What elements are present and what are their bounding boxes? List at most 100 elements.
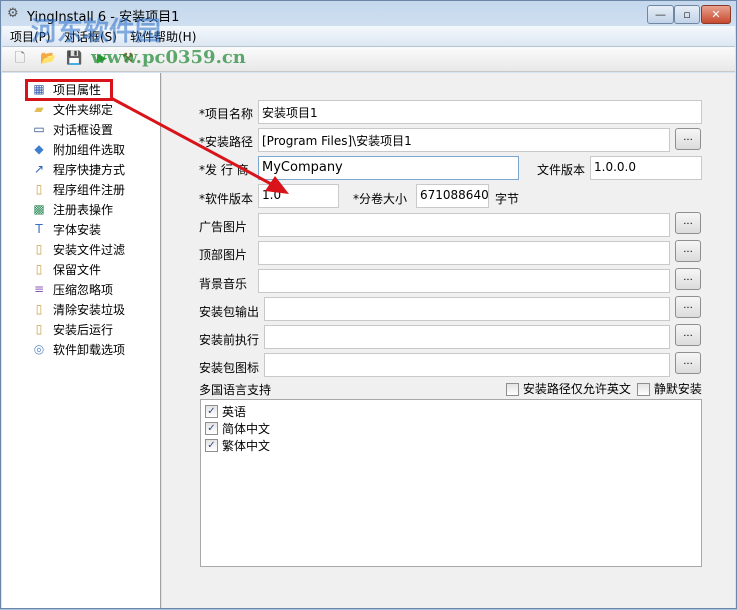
publisher-label: *发 行 商: [199, 163, 249, 177]
sidebar-tree: ▦ 项目属性 ▰ 文件夹绑定 ▭ 对话框设置 ◆ 附加组件选取 ↗ 程序快捷方式 ▯ 程序组件注册 ▩ 注…: [2, 73, 161, 608]
silent-install-text: 静默安装: [653, 382, 702, 396]
component-icon: ▯: [35, 322, 43, 336]
language-checkbox[interactable]: ✓: [205, 439, 218, 452]
language-label: 繁体中文: [222, 439, 271, 453]
language-checkbox[interactable]: ✓: [205, 405, 218, 418]
language-item[interactable]: ✓ 繁体中文: [205, 437, 270, 454]
sidebar-item-label: 安装文件过滤: [53, 242, 126, 257]
publisher-input[interactable]: MyCompany: [258, 156, 519, 180]
sidebar-item[interactable]: ↗ 程序快捷方式: [31, 159, 125, 179]
sidebar-item-label: 程序快捷方式: [53, 162, 126, 177]
project-name-label: *项目名称: [199, 107, 254, 121]
close-button[interactable]: ✕: [701, 5, 731, 24]
pre-exec-input[interactable]: [264, 325, 670, 349]
sidebar-item-label: 程序组件注册: [53, 182, 126, 197]
sidebar-item[interactable]: ≡ 压缩忽略项: [31, 279, 113, 299]
bg-music-browse-button[interactable]: ...: [675, 268, 701, 290]
menu-dialog[interactable]: 对话框(S): [64, 28, 117, 45]
sidebar-item[interactable]: ▭ 对话框设置: [31, 119, 113, 139]
sidebar-item-label: 附加组件选取: [53, 142, 126, 157]
app-icon: ⚙: [7, 6, 19, 21]
sidebar-item-label: 保留文件: [53, 262, 102, 277]
language-item[interactable]: ✓ 简体中文: [205, 420, 270, 437]
archive-icon: ≡: [33, 282, 45, 296]
output-browse-button[interactable]: ...: [675, 296, 701, 318]
language-checkbox[interactable]: ✓: [205, 422, 218, 435]
english-only-checkbox[interactable]: [506, 383, 519, 396]
component-icon: ▯: [35, 182, 43, 196]
install-path-browse-button[interactable]: ...: [675, 128, 701, 150]
maximize-button[interactable]: ▫: [674, 5, 700, 24]
window-title: YingInstall 6 - 安装项目1: [27, 10, 180, 25]
bg-music-input[interactable]: [258, 269, 670, 293]
output-label: 安装包输出: [199, 305, 260, 319]
component-icon: ▯: [35, 262, 43, 276]
ad-image-input[interactable]: [258, 213, 670, 237]
file-version-label: 文件版本: [537, 163, 586, 177]
sidebar-item-label: 文件夹绑定: [53, 102, 114, 117]
software-version-input[interactable]: 1.0: [258, 184, 339, 208]
package-icon-label: 安装包图标: [199, 361, 260, 375]
language-list[interactable]: ✓ 英语 ✓ 简体中文 ✓ 繁体中文: [200, 399, 702, 567]
sidebar-item-label: 项目属性: [53, 82, 102, 97]
pre-exec-label: 安装前执行: [199, 333, 260, 347]
window-icon: ▭: [33, 122, 45, 136]
save-icon[interactable]: 💾: [66, 51, 82, 67]
volume-unit-label: 字节: [495, 192, 520, 206]
component-icon: ▯: [35, 302, 43, 316]
package-icon: ◆: [34, 142, 44, 156]
open-icon[interactable]: 📂: [40, 51, 56, 67]
sidebar-item[interactable]: ◎ 软件卸载选项: [31, 339, 125, 359]
language-item[interactable]: ✓ 英语: [205, 403, 246, 420]
install-path-label: *安装路径: [199, 135, 254, 149]
sidebar-item-label: 软件卸载选项: [53, 342, 126, 357]
package-icon-input[interactable]: [264, 353, 670, 377]
sidebar-item[interactable]: ▰ 文件夹绑定: [31, 99, 113, 119]
sidebar-item-label: 压缩忽略项: [53, 282, 114, 297]
volume-size-input[interactable]: 671088640: [416, 184, 489, 208]
minimize-button[interactable]: —: [647, 5, 674, 24]
menu-bar: 项目(P) 对话框(S) 软件帮助(H): [2, 26, 735, 46]
shortcut-icon: ↗: [33, 162, 45, 176]
sidebar-item-label: 清除安装垃圾: [53, 302, 126, 317]
sidebar-item[interactable]: ◆ 附加组件选取: [31, 139, 125, 159]
sidebar-item[interactable]: ▯ 程序组件注册: [31, 179, 125, 199]
sidebar-item[interactable]: T 字体安装: [31, 219, 101, 239]
new-icon[interactable]: 🗋: [12, 51, 28, 67]
language-label: 简体中文: [222, 422, 271, 436]
file-version-input[interactable]: 1.0.0.0: [590, 156, 702, 180]
title-bar: ⚙ YingInstall 6 - 安装项目1 — ▫ ✕: [1, 1, 736, 27]
software-version-label: *软件版本: [199, 192, 254, 206]
sidebar-item-label: 字体安装: [53, 222, 102, 237]
uninstall-icon: ◎: [33, 342, 45, 356]
volume-size-label: *分卷大小: [353, 192, 408, 206]
silent-install-checkbox[interactable]: [637, 383, 650, 396]
output-input[interactable]: [264, 297, 670, 321]
english-only-option[interactable]: 安装路径仅允许英文: [506, 380, 631, 397]
menu-project[interactable]: 项目(P): [10, 28, 51, 45]
top-image-browse-button[interactable]: ...: [675, 240, 701, 262]
sidebar-item-label: 注册表操作: [53, 202, 114, 217]
package-icon-browse-button[interactable]: ...: [675, 352, 701, 374]
install-path-input[interactable]: [Program Files]\安装项目1: [258, 128, 670, 152]
folder-icon: ▰: [34, 102, 44, 116]
ad-image-browse-button[interactable]: ...: [675, 212, 701, 234]
menu-help[interactable]: 软件帮助(H): [130, 28, 196, 45]
sidebar-item[interactable]: ▯ 清除安装垃圾: [31, 299, 125, 319]
top-image-input[interactable]: [258, 241, 670, 265]
sidebar-item[interactable]: ▯ 安装文件过滤: [31, 239, 125, 259]
ad-image-label: 广告图片: [199, 220, 248, 234]
bg-music-label: 背景音乐: [199, 277, 248, 291]
component-icon: ▯: [35, 242, 43, 256]
project-name-input[interactable]: 安装项目1: [258, 100, 702, 124]
sidebar-item[interactable]: ▩ 注册表操作: [31, 199, 113, 219]
language-support-label: 多国语言支持: [199, 383, 272, 397]
sidebar-item[interactable]: ▯ 安装后运行: [31, 319, 113, 339]
pre-exec-browse-button[interactable]: ...: [675, 324, 701, 346]
silent-install-option[interactable]: 静默安装: [637, 380, 702, 397]
watermark-url: www.pc0359.cn: [91, 47, 246, 68]
sidebar-item-label: 安装后运行: [53, 322, 114, 337]
sidebar-item[interactable]: ▦ 项目属性: [31, 79, 101, 99]
main-window: ⚙ YingInstall 6 - 安装项目1 — ▫ ✕ 项目(P) 对话框(…: [0, 0, 737, 609]
sidebar-item[interactable]: ▯ 保留文件: [31, 259, 101, 279]
